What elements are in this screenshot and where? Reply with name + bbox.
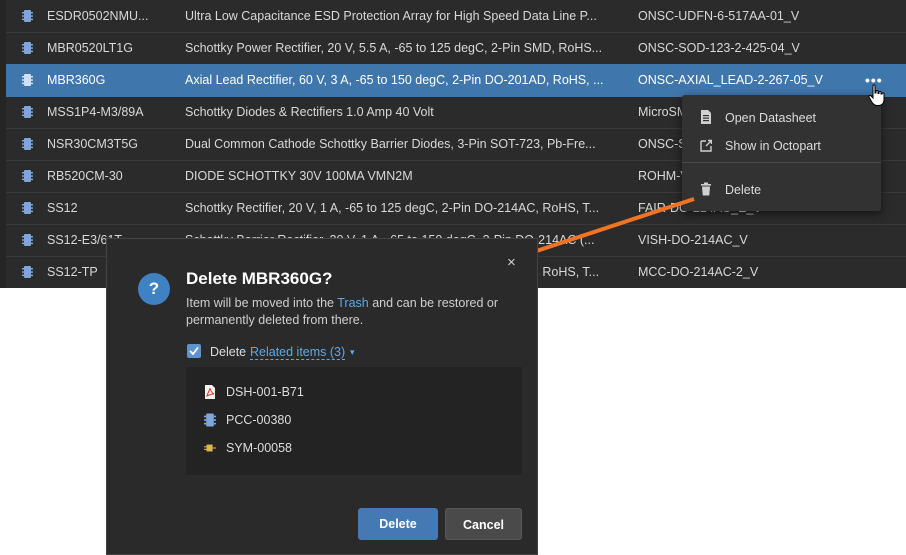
part-name: SS12 (47, 201, 78, 215)
context-menu: Open Datasheet Show in Octopart Delete (682, 95, 881, 211)
checkmark-icon (189, 346, 199, 356)
hand-cursor-icon (868, 84, 885, 106)
table-row-selected[interactable]: MBR360G Axial Lead Rectifier, 60 V, 3 A,… (6, 64, 906, 97)
part-name: NSR30CM3T5G (47, 137, 138, 151)
part-name: ESDR0502NMU... (47, 9, 149, 23)
component-chip-icon (22, 234, 33, 246)
delete-dialog: ? Delete MBR360G? × Item will be moved i… (106, 238, 538, 555)
related-item-label: SYM-00058 (226, 441, 293, 455)
menu-item-label: Delete (725, 183, 762, 197)
menu-item-open-datasheet[interactable]: Open Datasheet (682, 104, 881, 130)
external-link-icon (700, 139, 712, 152)
table-row[interactable]: ESDR0502NMU... Ultra Low Capacitance ESD… (6, 0, 906, 33)
part-description: Axial Lead Rectifier, 60 V, 3 A, -65 to … (185, 73, 604, 87)
part-description: Ultra Low Capacitance ESD Protection Arr… (185, 9, 597, 23)
part-description: Schottky Diodes & Rectifiers 1.0 Amp 40 … (185, 105, 434, 119)
close-icon[interactable]: × (507, 254, 516, 271)
related-items-list: DSH-001-B71 PCC-00380 SYM-00058 (186, 367, 522, 475)
part-name: MBR360G (47, 73, 106, 87)
part-footprint: ONSC-AXIAL_LEAD-2-267-05_V (638, 73, 823, 87)
delete-related-checkbox[interactable] (187, 344, 201, 358)
component-chip-icon (22, 266, 33, 278)
part-description: DIODE SCHOTTKY 30V 100MA VMN2M (185, 169, 413, 183)
component-chip-icon (22, 106, 33, 118)
component-chip-icon (22, 74, 33, 86)
question-icon: ? (138, 273, 170, 305)
cancel-button[interactable]: Cancel (445, 508, 522, 540)
related-item-label: DSH-001-B71 (226, 385, 304, 399)
message-text: Item will be moved into the (186, 296, 338, 310)
component-chip-icon (22, 170, 33, 182)
dialog-title: Delete MBR360G? (186, 269, 333, 288)
part-name: MSS1P4-M3/89A (47, 105, 144, 119)
trash-icon (701, 182, 711, 196)
document-icon (701, 110, 711, 124)
checkbox-label: Delete (210, 345, 247, 359)
component-chip-icon (204, 413, 216, 427)
related-item-label: PCC-00380 (226, 413, 292, 427)
pdf-file-icon (205, 385, 215, 399)
table-row[interactable]: MBR0520LT1G Schottky Power Rectifier, 20… (6, 32, 906, 65)
component-chip-icon (22, 10, 33, 22)
component-chip-icon (22, 42, 33, 54)
related-items-dropdown[interactable]: Related items (3) (250, 345, 346, 360)
delete-button[interactable]: Delete (358, 508, 438, 540)
component-chip-icon (22, 202, 33, 214)
part-name: MBR0520LT1G (47, 41, 133, 55)
part-footprint: ONSC-UDFN-6-517AA-01_V (638, 9, 800, 23)
menu-item-label: Open Datasheet (725, 111, 817, 125)
component-chip-icon (22, 138, 33, 150)
menu-item-show-in-octopart[interactable]: Show in Octopart (682, 132, 881, 158)
part-description: Schottky Rectifier, 20 V, 1 A, -65 to 12… (185, 201, 600, 215)
menu-item-label: Show in Octopart (725, 139, 821, 153)
part-footprint: MCC-DO-214AC-2_V (638, 265, 759, 279)
part-description: Dual Common Cathode Schottky Barrier Dio… (185, 137, 596, 151)
dialog-message: Item will be moved into the Trash and ca… (186, 295, 526, 329)
part-name: RB520CM-30 (47, 169, 123, 183)
menu-divider (682, 162, 881, 163)
trash-link[interactable]: Trash (337, 296, 369, 310)
symbol-icon (204, 444, 216, 452)
menu-item-delete[interactable]: Delete (682, 176, 881, 202)
part-footprint: ONSC-SOD-123-2-425-04_V (638, 41, 800, 55)
part-footprint: VISH-DO-214AC_V (638, 233, 748, 247)
part-description: Schottky Power Rectifier, 20 V, 5.5 A, -… (185, 41, 603, 55)
chevron-down-icon[interactable]: ▾ (350, 347, 355, 358)
